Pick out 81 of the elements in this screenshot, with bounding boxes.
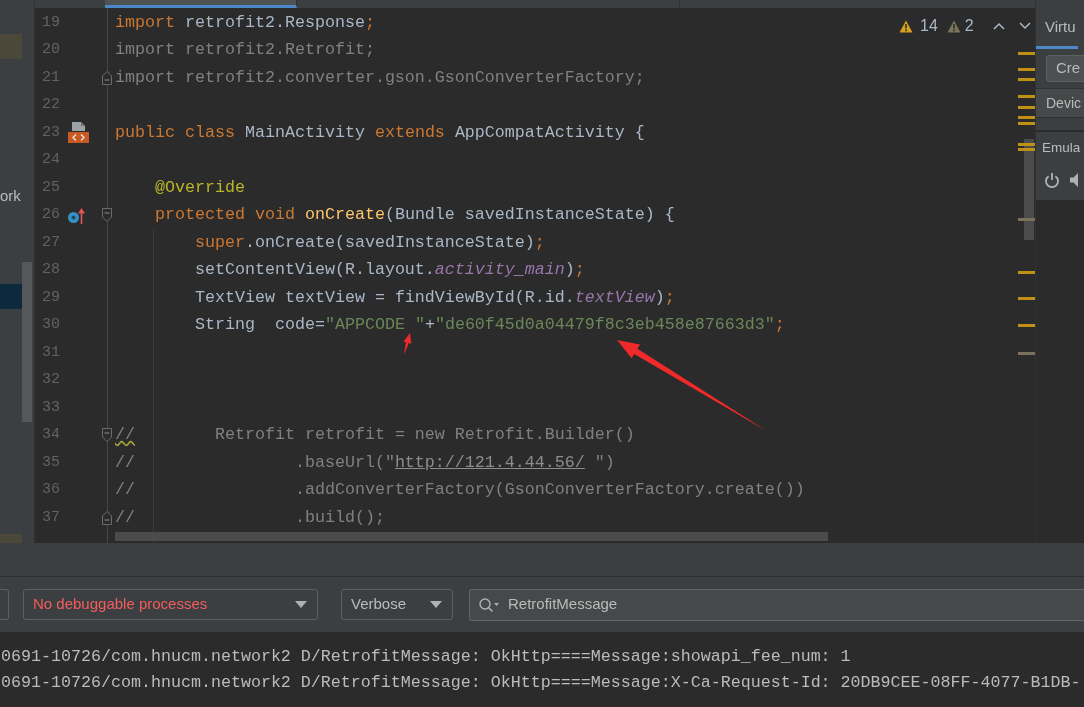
line-number: 22 [41, 95, 60, 115]
log-level-dropdown[interactable]: Verbose [341, 589, 453, 620]
code-line: setContentView(R.layout.activity_main); [194, 259, 585, 282]
fold-marker-icon[interactable] [102, 510, 112, 525]
search-field[interactable]: RetrofitMessage [469, 588, 1084, 621]
create-button[interactable]: Cre [1046, 55, 1084, 82]
line-number: 26 [41, 205, 60, 225]
fold-marker-icon[interactable] [102, 208, 112, 223]
error-stripe-mark[interactable] [1018, 271, 1035, 274]
line-number: 37 [41, 507, 60, 528]
line-number: 33 [41, 397, 60, 418]
error-stripe-mark[interactable] [1018, 52, 1035, 55]
error-stripe-mark[interactable] [1018, 122, 1035, 125]
line-number: 30 [41, 315, 60, 335]
error-stripe-mark[interactable] [1018, 297, 1035, 300]
line-number: 19 [41, 12, 60, 33]
line-number: 29 [41, 287, 60, 308]
process-dropdown[interactable]: No debuggable processes [23, 589, 318, 620]
error-stripe-mark[interactable] [1018, 116, 1035, 119]
code-line: // Retrofit retrofit = new Retrofit.Builder() [115, 424, 635, 447]
scrollbar-thumb[interactable] [22, 262, 32, 422]
line-number: 25 [41, 177, 60, 198]
column-header[interactable]: Devic [1036, 88, 1084, 118]
line-number: 34 [41, 425, 60, 445]
search-icon[interactable] [478, 596, 500, 613]
line-number: 20 [41, 40, 60, 60]
editor-tab[interactable] [105, 0, 297, 8]
tree-row[interactable]: ork [0, 184, 22, 209]
log-line: 0691-10726/com.hnucm.network2 D/RetrofitMessage: OkHttp====Message:showapi_fee_num: 1 [0, 646, 851, 668]
code-line: import retrofit2.Retrofit; [115, 39, 375, 62]
code-line: TextView textView = findViewById(R.id.textView); [194, 286, 675, 309]
code-line: protected void onCreate(Bundle savedInstanceState) { [155, 204, 675, 227]
fold-marker-icon[interactable] [102, 70, 112, 85]
error-stripe-mark[interactable] [1018, 106, 1035, 109]
code-line: // .addConverterFactory(GsonConverterFactory.create()) [115, 479, 805, 502]
line-number: 24 [41, 150, 60, 170]
error-stripe-mark[interactable] [1018, 143, 1035, 146]
dropdown-arrow-icon[interactable] [295, 601, 307, 608]
annotation-arrow [403, 333, 412, 355]
code-line: // .build(); [115, 506, 385, 529]
line-number: 23 [41, 122, 60, 143]
log-line: 0691-10726/com.hnucm.network2 D/RetrofitMessage: OkHttp====Message:X-Ca-Request-Id: 20DB9CEE-08FF-4077-B1DB- [0, 672, 1081, 694]
code-line: String code="APPCODE "+"de60f45d0a04479f8c3eb458e87663d3"; [194, 314, 785, 337]
error-stripe-mark[interactable] [1018, 324, 1035, 327]
panel-title: Emula [1042, 139, 1082, 157]
code-line: super.onCreate(savedInstanceState); [194, 231, 545, 254]
dropdown-arrow-icon[interactable] [430, 601, 442, 608]
scrollbar-thumb[interactable] [1024, 139, 1034, 240]
error-stripe-mark[interactable] [1018, 95, 1035, 98]
line-number: 35 [41, 452, 60, 473]
device-dropdown[interactable] [0, 589, 9, 620]
error-stripe-mark[interactable] [1018, 352, 1035, 355]
tree-row[interactable] [0, 284, 22, 309]
code-line: import retrofit2.Response; [115, 11, 375, 34]
fold-marker-icon[interactable] [102, 428, 112, 443]
line-number: 36 [41, 480, 60, 500]
error-stripe-mark[interactable] [1018, 68, 1035, 71]
line-number: 21 [41, 67, 60, 88]
override-marker-icon[interactable] [68, 206, 86, 224]
error-stripe-mark[interactable] [1018, 78, 1035, 81]
warning-icon [899, 19, 913, 33]
line-number: 32 [41, 370, 60, 390]
code-line: @Override [155, 176, 245, 199]
error-stripe-mark[interactable] [1018, 148, 1035, 151]
chevron-down-icon[interactable] [1018, 22, 1031, 30]
line-number: 28 [41, 260, 60, 280]
code-line: // .baseUrl("http://121.4.44.56/ ") [115, 451, 615, 474]
layout-file-icon[interactable] [68, 122, 89, 144]
inspection-button[interactable]: 2 [946, 14, 974, 38]
line-number: 27 [41, 232, 60, 253]
error-stripe-mark[interactable] [1018, 218, 1035, 221]
inspection-button[interactable]: 14 [899, 14, 938, 38]
url-link[interactable]: http://121.4.44.56/ [394, 452, 585, 472]
scrollbar-thumb[interactable] [115, 532, 828, 541]
code-line: import retrofit2.converter.gson.GsonConverterFactory; [115, 66, 645, 89]
code-line: public class MainActivity extends AppCompatActivity { [115, 121, 645, 144]
power-icon[interactable] [1044, 172, 1060, 189]
chevron-up-icon[interactable] [992, 22, 1005, 30]
weak-warning-icon [946, 19, 961, 33]
device-table-body [1036, 118, 1084, 130]
line-number: 31 [41, 342, 60, 363]
